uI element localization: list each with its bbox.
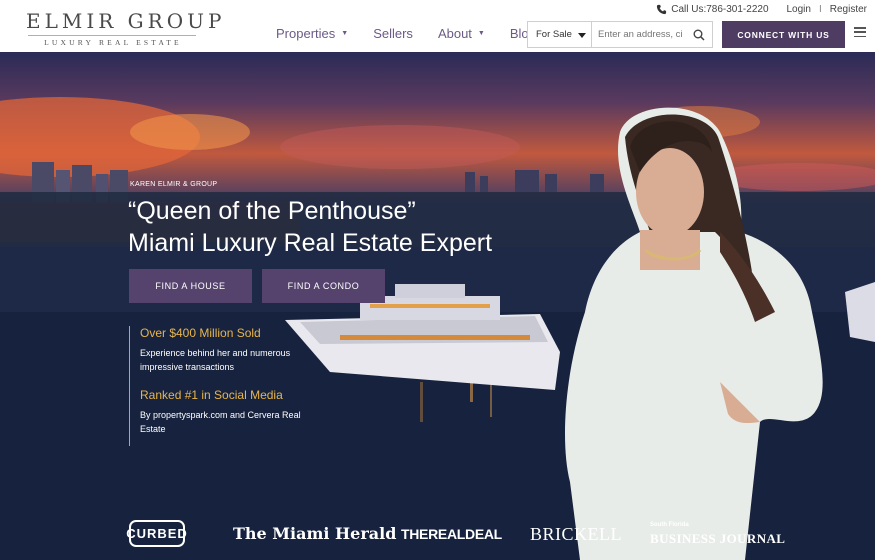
nav-about[interactable]: About ▼ [438, 26, 494, 41]
press-logo-sfbj-region: South Florida [650, 522, 689, 528]
nav-properties[interactable]: Properties ▼ [276, 26, 357, 41]
hero-section: KAREN ELMIR & GROUP “Queen of the Pentho… [0, 52, 875, 560]
hero-kicker: KAREN ELMIR & GROUP [130, 181, 218, 188]
listing-type-value: For Sale [536, 29, 572, 40]
register-link[interactable]: Register [830, 4, 867, 15]
find-house-button[interactable]: FIND A HOUSE [129, 269, 252, 303]
stat-desc-social: By propertyspark.com and Cervera Real Es… [140, 410, 301, 434]
logo-main-text: ELMIR GROUP [26, 9, 226, 33]
nav-about-label: About [437, 26, 472, 41]
site-header: ELMIR GROUP LUXURY REAL ESTATE Call Us:7… [0, 0, 875, 52]
hero-background-image [0, 97, 875, 560]
logo[interactable]: ELMIR GROUP LUXURY REAL ESTATE [26, 9, 226, 48]
chevron-down-icon: ▼ [341, 30, 349, 37]
stat-title-sales: Over $400 Million Sold [140, 326, 261, 340]
property-search: For Sale [527, 21, 713, 48]
connect-button[interactable]: CONNECT WITH US [722, 21, 845, 48]
hero-stats: Over $400 Million Sold Experience behind… [129, 326, 319, 446]
top-utility-bar: Call Us:786-301-2220 Login I Register [656, 4, 867, 15]
stat-title-social: Ranked #1 in Social Media [140, 388, 283, 402]
chevron-down-icon: ▼ [477, 30, 485, 37]
hero-headline-line2: Miami Luxury Real Estate Expert [128, 229, 493, 257]
press-logo-brickell: BRICKELL [530, 524, 622, 544]
nav-sellers[interactable]: Sellers [373, 26, 422, 41]
dropdown-arrow-icon [578, 33, 586, 38]
press-logo-business-journal: BUSINESS JOURNAL [650, 531, 786, 546]
search-input[interactable] [592, 22, 686, 47]
topbar-separator: I [818, 4, 822, 15]
listing-type-select[interactable]: For Sale [528, 22, 592, 47]
call-us-text[interactable]: Call Us:786-301-2220 [671, 4, 768, 15]
find-condo-button[interactable]: FIND A CONDO [262, 269, 385, 303]
logo-divider [28, 35, 196, 36]
login-link[interactable]: Login [787, 4, 811, 15]
search-icon [693, 29, 705, 41]
hero-headline-line1: “Queen of the Penthouse” [128, 197, 416, 225]
logo-sub-text: LUXURY REAL ESTATE [44, 38, 182, 47]
main-nav: Properties ▼ Sellers About ▼ Blog [276, 26, 561, 41]
search-button[interactable] [686, 22, 712, 47]
stat-block-social: Ranked #1 in Social Media By propertyspa… [140, 388, 319, 436]
press-logo-curbed: CURBED [126, 520, 187, 547]
stat-desc-sales: Experience behind her and numerous impre… [140, 348, 291, 372]
stat-block-sales: Over $400 Million Sold Experience behind… [140, 326, 319, 374]
nav-properties-label: Properties [276, 26, 336, 41]
menu-icon[interactable] [854, 27, 866, 37]
press-logo-miami-herald: The Miami Herald [233, 524, 397, 543]
press-logo-the-real-deal: THEREALDEAL [401, 526, 502, 542]
phone-icon [657, 4, 667, 15]
press-logos-bar: CURBED The Miami Herald THEREALDEAL BRIC… [0, 514, 875, 554]
nav-sellers-label: Sellers [373, 26, 413, 41]
